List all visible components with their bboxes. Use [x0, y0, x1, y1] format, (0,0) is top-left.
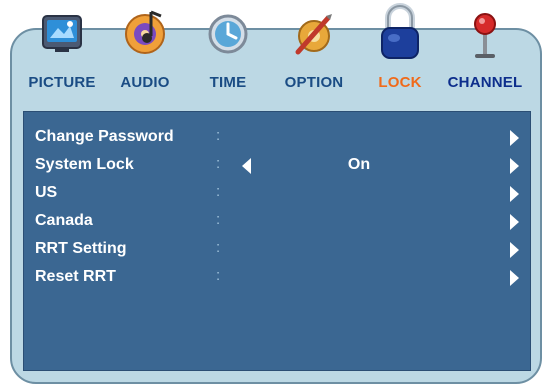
menu-item-label[interactable]: Canada	[35, 212, 93, 230]
audio-icon	[125, 10, 165, 54]
lock-settings-panel: Change Password : System Lock : On US : …	[23, 111, 531, 371]
tab-time[interactable]: TIME	[182, 0, 274, 104]
separator-colon: :	[216, 183, 221, 200]
tab-label: OPTION	[284, 74, 344, 91]
tab-channel[interactable]: CHANNEL	[439, 0, 531, 104]
arrow-right-icon[interactable]	[510, 242, 519, 258]
arrow-right-icon[interactable]	[510, 186, 519, 202]
picture-icon	[42, 15, 82, 52]
menu-item-rrt-setting[interactable]: RRT Setting :	[24, 236, 530, 264]
menu-item-system-lock[interactable]: System Lock : On	[24, 152, 530, 180]
tab-picture[interactable]: PICTURE	[16, 0, 108, 104]
menu-item-canada[interactable]: Canada :	[24, 208, 530, 236]
separator-colon: :	[216, 239, 221, 256]
padlock-icon	[381, 3, 419, 59]
tab-lock[interactable]: LOCK	[354, 0, 446, 104]
arrow-right-icon[interactable]	[510, 158, 519, 174]
menu-item-change-password[interactable]: Change Password :	[24, 124, 530, 152]
separator-colon: :	[216, 127, 221, 144]
menu-item-label[interactable]: System Lock	[35, 156, 134, 174]
menu-item-label[interactable]: Change Password	[35, 128, 174, 146]
separator-colon: :	[216, 211, 221, 228]
arrow-right-icon[interactable]	[510, 270, 519, 286]
arrow-right-icon[interactable]	[510, 214, 519, 230]
menu-item-label[interactable]: US	[35, 184, 57, 202]
clock-icon	[208, 14, 248, 54]
menu-item-us[interactable]: US :	[24, 180, 530, 208]
separator-colon: :	[216, 155, 221, 172]
arrow-left-icon[interactable]	[242, 158, 251, 174]
menu-item-reset-rrt[interactable]: Reset RRT :	[24, 264, 530, 292]
separator-colon: :	[216, 267, 221, 284]
system-lock-value: On	[347, 156, 371, 173]
menu-item-label[interactable]: Reset RRT	[35, 268, 116, 286]
tab-label: AUDIO	[120, 74, 170, 91]
tab-label: TIME	[209, 74, 247, 91]
antenna-icon	[474, 13, 496, 58]
arrow-right-icon[interactable]	[510, 130, 519, 146]
tab-label: CHANNEL	[447, 74, 523, 91]
tab-audio[interactable]: AUDIO	[99, 0, 191, 104]
tab-label: LOCK	[378, 74, 422, 91]
menu-item-label[interactable]: RRT Setting	[35, 240, 127, 258]
tab-bar: PICTURE AUDIO TIME OPTION LOCK CHANNEL	[14, 0, 536, 104]
option-icon	[295, 14, 332, 55]
tab-label: PICTURE	[28, 74, 96, 91]
tab-option[interactable]: OPTION	[268, 0, 360, 104]
